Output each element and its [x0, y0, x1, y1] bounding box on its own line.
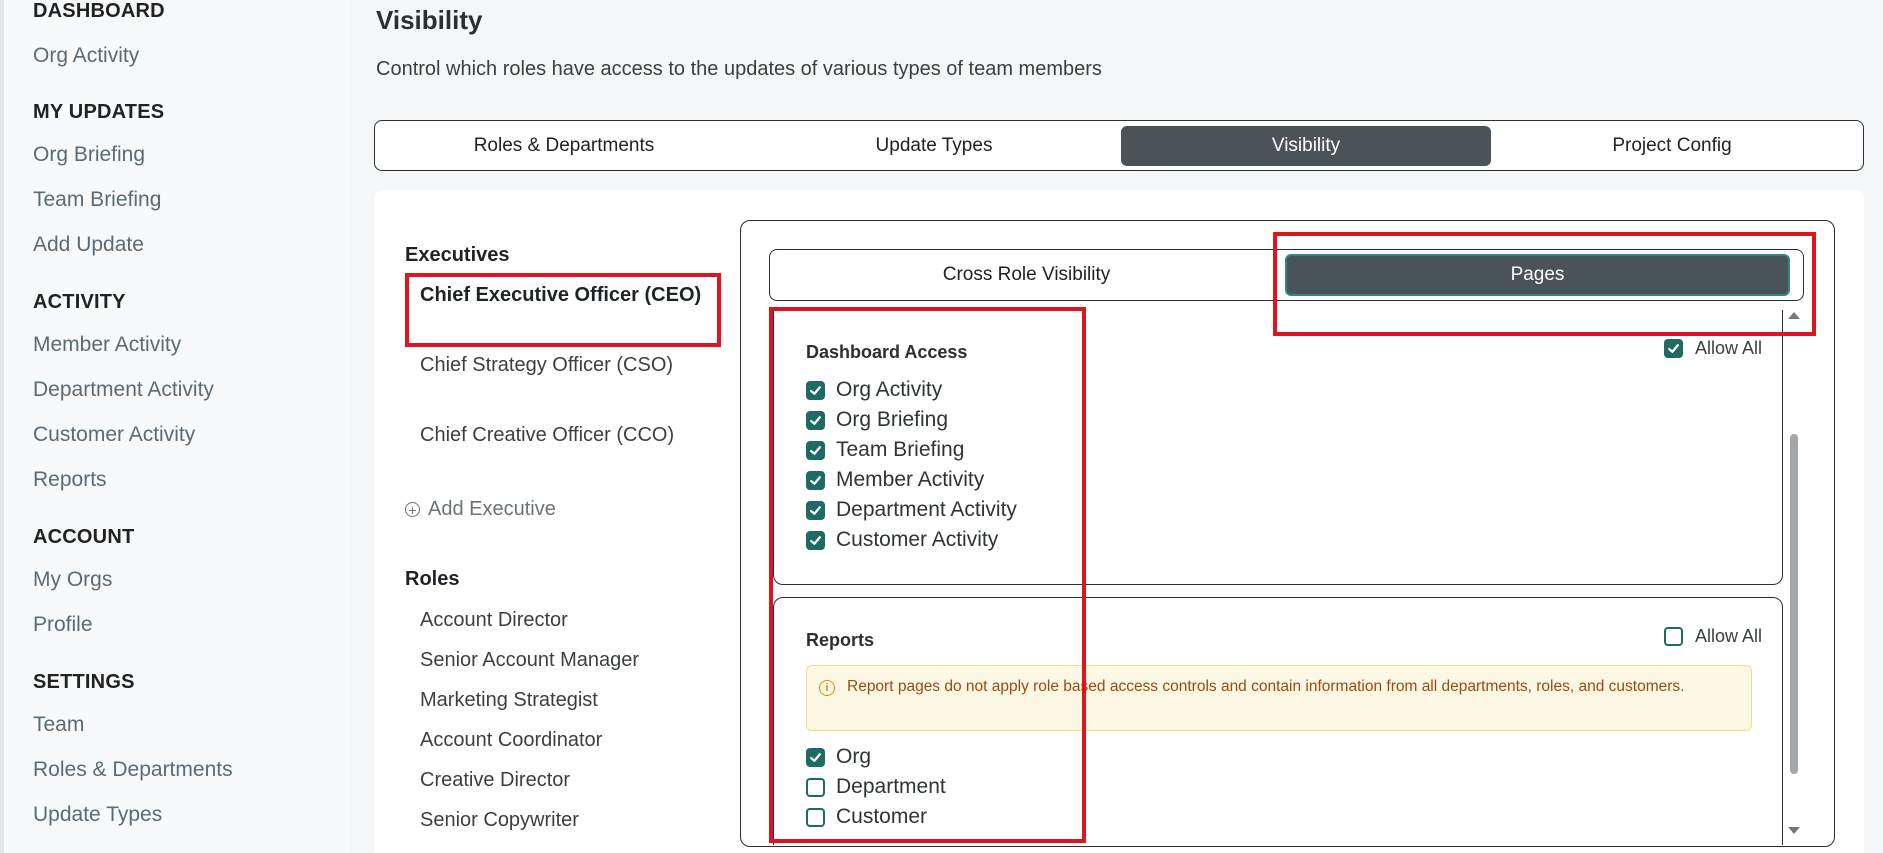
settings-tabs: Roles & Departments Update Types Visibil… [374, 120, 1864, 171]
reports-check-department[interactable]: Department [806, 775, 946, 799]
check-label: Customer Activity [836, 528, 999, 551]
sidebar-item-member-activity[interactable]: Member Activity [33, 333, 181, 357]
sidebar-item-profile[interactable]: Profile [33, 613, 93, 637]
dashboard-check-customer-activity[interactable]: Customer Activity [806, 528, 998, 552]
sidebar-heading-activity: ACTIVITY [33, 291, 126, 313]
dashboard-access-title: Dashboard Access [806, 342, 968, 362]
info-icon: i [819, 680, 835, 696]
checkbox-unchecked-icon[interactable] [806, 777, 825, 797]
dashboard-check-team-briefing[interactable]: Team Briefing [806, 438, 964, 462]
page-title: Visibility [376, 5, 483, 35]
check-label: Customer [836, 805, 928, 828]
dashboard-check-member-activity[interactable]: Member Activity [806, 468, 984, 492]
add-executive-label: Add Executive [428, 498, 556, 520]
checkbox-checked-icon[interactable] [1663, 339, 1683, 358]
sidebar-item-update-types[interactable]: Update Types [33, 803, 162, 827]
checkbox-checked-icon[interactable] [806, 410, 825, 430]
scroll-down-arrow-icon[interactable] [1788, 827, 1800, 834]
tab-project-config[interactable]: Project Config [1487, 126, 1857, 166]
sidebar-item-roles-departments[interactable]: Roles & Departments [33, 758, 233, 782]
sidebar-heading-settings: SETTINGS [33, 671, 135, 693]
check-label: Org [836, 745, 872, 768]
reports-allow-all[interactable]: Allow All [1663, 626, 1762, 647]
reports-check-customer[interactable]: Customer [806, 805, 927, 829]
executives-heading: Executives [405, 244, 510, 266]
tab-roles-departments[interactable]: Roles & Departments [379, 126, 749, 166]
scroll-up-arrow-icon[interactable] [1788, 312, 1800, 319]
reports-notice: i Report pages do not apply role based a… [806, 665, 1752, 731]
dashboard-check-org-briefing[interactable]: Org Briefing [806, 408, 948, 432]
scroll-thumb[interactable] [1790, 434, 1798, 774]
sidebar-item-department-activity[interactable]: Department Activity [33, 378, 214, 402]
role-item-marketing-strategist[interactable]: Marketing Strategist [420, 685, 720, 715]
dashboard-check-department-activity[interactable]: Department Activity [806, 498, 1017, 522]
reports-section: Reports Allow All i Report pages do not … [773, 597, 1783, 845]
tab-visibility[interactable]: Visibility [1121, 126, 1491, 166]
role-item-senior-copywriter[interactable]: Senior Copywriter [420, 805, 720, 835]
checkbox-unchecked-icon[interactable] [1663, 627, 1683, 646]
checkbox-checked-icon[interactable] [806, 747, 825, 767]
subtab-pages[interactable]: Pages [1285, 254, 1790, 296]
sidebar-item-my-orgs[interactable]: My Orgs [33, 568, 112, 592]
role-item-creative-director[interactable]: Creative Director [420, 765, 720, 795]
add-executive-button[interactable]: + Add Executive [405, 498, 556, 521]
dashboard-access-section: Dashboard Access Allow All Org Activity … [773, 310, 1783, 585]
check-label: Team Briefing [836, 438, 965, 461]
page-subtitle: Control which roles have access to the u… [376, 58, 1102, 80]
reports-allow-all-label: Allow All [1694, 626, 1762, 646]
visibility-subtabs: Cross Role Visibility Pages [769, 249, 1804, 301]
dashboard-check-org-activity[interactable]: Org Activity [806, 378, 942, 402]
dashboard-allow-all[interactable]: Allow All [1663, 338, 1762, 359]
sidebar-item-team-briefing[interactable]: Team Briefing [33, 188, 161, 212]
check-label: Member Activity [836, 468, 985, 491]
check-label: Org Activity [836, 378, 943, 401]
role-item-account-director[interactable]: Account Director [420, 605, 720, 635]
panel-scrollbar[interactable] [1788, 312, 1802, 834]
checkbox-checked-icon[interactable] [806, 530, 825, 550]
dashboard-allow-all-label: Allow All [1694, 338, 1762, 358]
reports-check-org[interactable]: Org [806, 745, 871, 769]
checkbox-checked-icon[interactable] [806, 500, 825, 520]
sidebar-heading-account: ACCOUNT [33, 526, 135, 548]
checkbox-checked-icon[interactable] [806, 440, 825, 460]
checkbox-checked-icon[interactable] [806, 380, 825, 400]
role-item-account-coordinator[interactable]: Account Coordinator [420, 725, 720, 755]
sidebar-item-add-update[interactable]: Add Update [33, 233, 144, 257]
sidebar-item-customer-activity[interactable]: Customer Activity [33, 423, 195, 447]
reports-title: Reports [806, 630, 875, 650]
sidebar-item-org-activity[interactable]: Org Activity [33, 44, 139, 68]
role-item-ceo[interactable]: Chief Executive Officer (CEO) [420, 280, 720, 310]
role-item-cco[interactable]: Chief Creative Officer (CCO) [420, 420, 720, 450]
pages-scroll-area[interactable]: Dashboard Access Allow All Org Activity … [770, 310, 1785, 845]
check-label: Org Briefing [836, 408, 949, 431]
sidebar-item-reports[interactable]: Reports [33, 468, 107, 492]
role-item-cso[interactable]: Chief Strategy Officer (CSO) [420, 350, 720, 380]
sidebar-heading-my-updates: MY UPDATES [33, 101, 165, 123]
tab-update-types[interactable]: Update Types [749, 126, 1119, 166]
checkbox-checked-icon[interactable] [806, 470, 825, 490]
sidebar: DASHBOARD Org Activity MY UPDATES Org Br… [0, 0, 350, 853]
check-label: Department [836, 775, 946, 798]
sidebar-item-team[interactable]: Team [33, 713, 84, 737]
sidebar-heading-dashboard: DASHBOARD [33, 0, 165, 22]
roles-heading: Roles [405, 568, 460, 590]
sidebar-item-org-briefing[interactable]: Org Briefing [33, 143, 145, 167]
checkbox-unchecked-icon[interactable] [806, 807, 825, 827]
subtab-cross-role-visibility[interactable]: Cross Role Visibility [774, 254, 1279, 296]
reports-notice-text: Report pages do not apply role based acc… [847, 678, 1685, 695]
role-item-senior-account-manager[interactable]: Senior Account Manager [420, 645, 720, 675]
check-label: Department Activity [836, 498, 1017, 521]
plus-circle-icon: + [405, 502, 420, 517]
